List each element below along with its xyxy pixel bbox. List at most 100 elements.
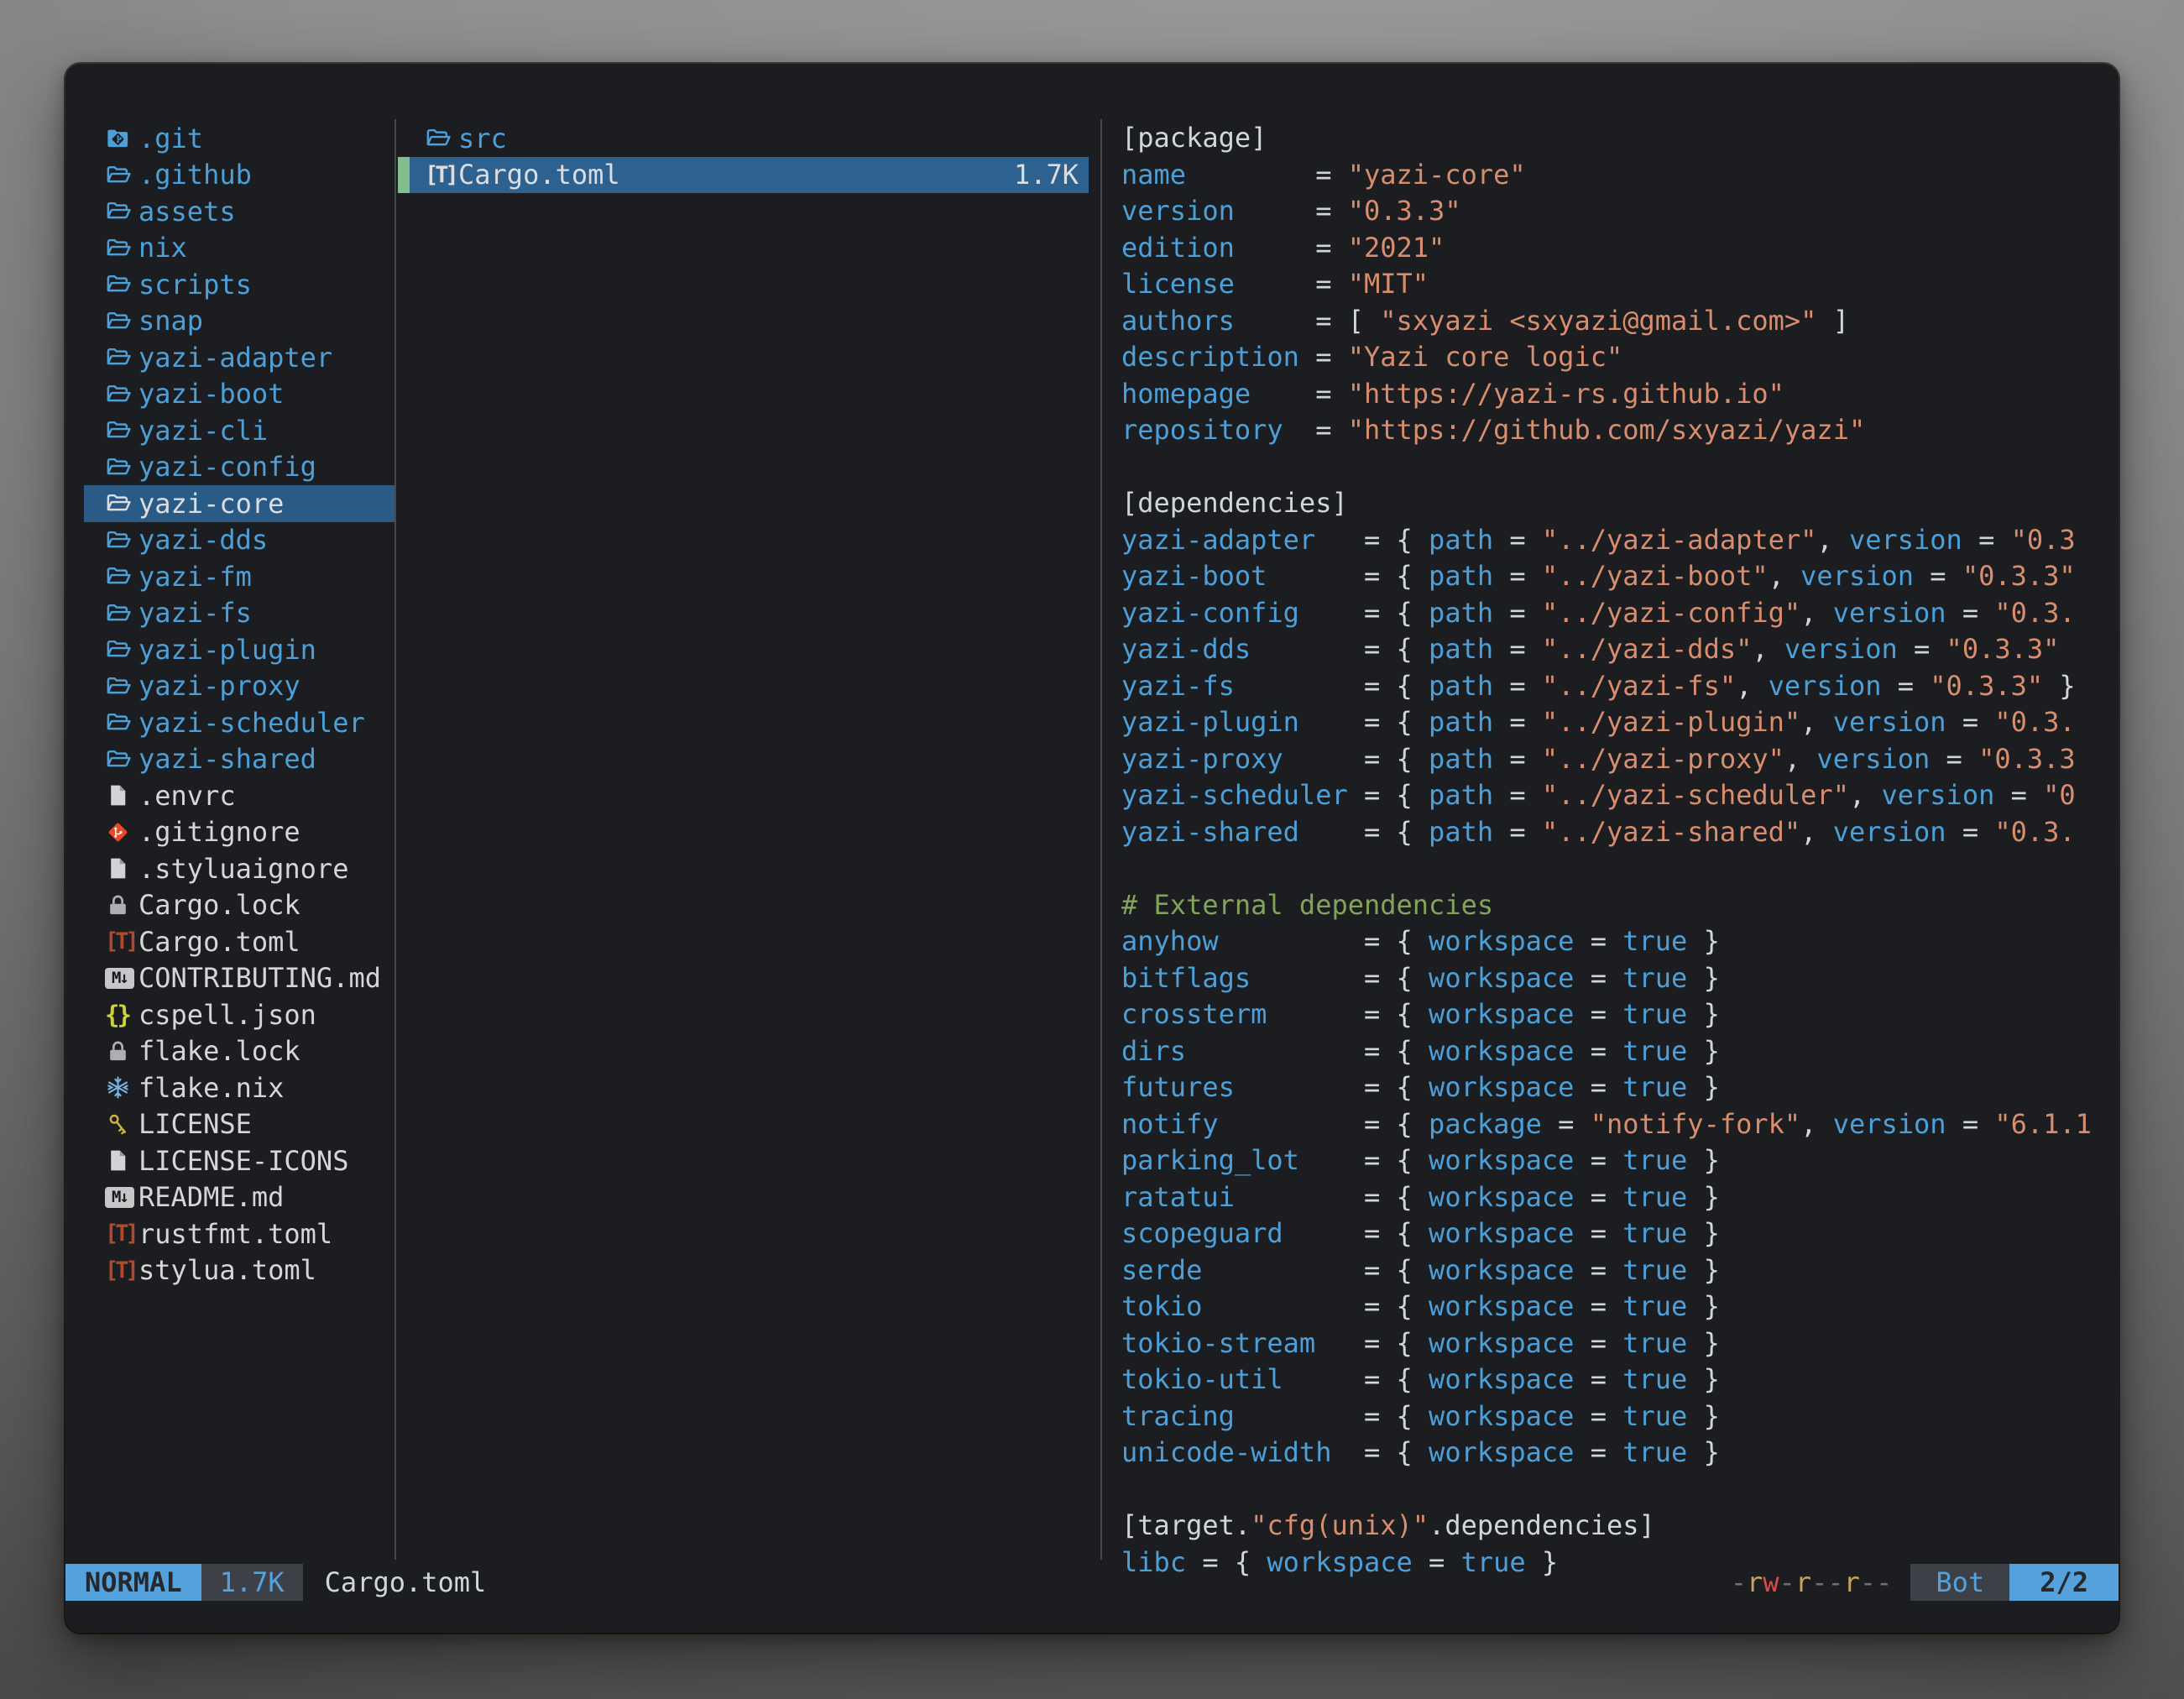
file-size: 1.7K	[1014, 159, 1079, 191]
preview-line: dirs = { workspace = true }	[1121, 1033, 2117, 1070]
file-row[interactable]: .gitignore	[84, 814, 394, 851]
preview-line: yazi-plugin = { path = "../yazi-plugin",…	[1121, 704, 2117, 741]
file-row[interactable]: src	[398, 120, 1089, 157]
file-name: .envrc	[138, 782, 236, 809]
file-row[interactable]: yazi-fm	[84, 558, 394, 595]
file-row[interactable]: .envrc	[84, 777, 394, 814]
file-row[interactable]: {}cspell.json	[84, 996, 394, 1033]
file-row[interactable]: yazi-cli	[84, 412, 394, 449]
status-filename: Cargo.toml	[325, 1566, 487, 1598]
file-permissions: -rw-r--r--	[1731, 1566, 1893, 1598]
file-row[interactable]: Cargo.lock	[84, 887, 394, 924]
file-row[interactable]: [T]rustfmt.toml	[84, 1215, 394, 1252]
preview-line: homepage = "https://yazi-rs.github.io"	[1121, 376, 2117, 413]
preview-line: tokio-stream = { workspace = true }	[1121, 1325, 2117, 1362]
cursor-counter-badge: 2/2	[2009, 1564, 2119, 1601]
nix-snowflake-icon	[105, 1070, 138, 1106]
file-name: .styluaignore	[138, 855, 348, 882]
folder-open-icon	[105, 668, 138, 703]
file-name: .gitignore	[138, 818, 300, 845]
status-bar-left: NORMAL 1.7K Cargo.toml	[65, 1564, 486, 1601]
file-name: yazi-fs	[138, 599, 252, 626]
json-braces-icon: {}	[105, 997, 138, 1032]
preview-line: name = "yazi-core"	[1121, 157, 2117, 194]
file-row[interactable]: yazi-boot	[84, 376, 394, 413]
preview-line: serde = { workspace = true }	[1121, 1252, 2117, 1289]
file-row[interactable]: yazi-core	[84, 485, 394, 522]
scroll-position-badge: Bot	[1910, 1564, 2009, 1601]
file-row[interactable]: M↓README.md	[84, 1179, 394, 1216]
file-row[interactable]: [T]Cargo.toml1.7K	[398, 157, 1089, 194]
folder-open-icon	[105, 230, 138, 265]
file-row[interactable]: LICENSE	[84, 1106, 394, 1143]
file-name: yazi-scheduler	[138, 709, 365, 736]
file-row[interactable]: .github	[84, 157, 394, 194]
file-row[interactable]: LICENSE-ICONS	[84, 1142, 394, 1179]
file-row[interactable]: yazi-scheduler	[84, 704, 394, 741]
license-key-icon	[105, 1106, 138, 1142]
file-name: snap	[138, 307, 203, 334]
pane-divider-left	[394, 119, 396, 1560]
markdown-icon: M↓	[105, 1179, 138, 1215]
file-name: cspell.json	[138, 1001, 316, 1028]
file-name: flake.lock	[138, 1038, 300, 1064]
preview-line: yazi-dds = { path = "../yazi-dds", versi…	[1121, 631, 2117, 668]
yazi-terminal-window: .git.githubassets nix scripts snap yazi-adap…	[65, 64, 2119, 1633]
folder-open-icon	[105, 449, 138, 484]
file-row[interactable]: yazi-plugin	[84, 631, 394, 668]
file-name: Cargo.lock	[138, 891, 300, 918]
preview-line: anyhow = { workspace = true }	[1121, 923, 2117, 960]
file-icon	[105, 1143, 138, 1179]
file-row[interactable]: M↓CONTRIBUTING.md	[84, 960, 394, 997]
preview-line	[1121, 449, 2117, 486]
folder-open-icon	[105, 741, 138, 776]
git-folder-icon	[105, 121, 138, 156]
toml-icon: [T]	[105, 1252, 138, 1288]
file-name: yazi-dds	[138, 526, 268, 553]
file-name: yazi-boot	[138, 380, 284, 407]
preview-line: tokio-util = { workspace = true }	[1121, 1362, 2117, 1398]
preview-line: parking_lot = { workspace = true }	[1121, 1142, 2117, 1179]
file-name: stylua.toml	[138, 1257, 316, 1283]
file-row[interactable]: yazi-adapter	[84, 339, 394, 376]
file-row[interactable]: .git	[84, 120, 394, 157]
file-row[interactable]: .styluaignore	[84, 850, 394, 887]
file-row[interactable]: nix	[84, 230, 394, 267]
file-icon	[105, 851, 138, 886]
folder-open-icon	[105, 267, 138, 302]
preview-line: futures = { workspace = true }	[1121, 1069, 2117, 1106]
folder-open-icon	[105, 595, 138, 630]
folder-open-icon	[105, 157, 138, 192]
file-row[interactable]: flake.nix	[84, 1069, 394, 1106]
file-name: yazi-shared	[138, 745, 316, 772]
file-row[interactable]: flake.lock	[84, 1033, 394, 1070]
file-row[interactable]: yazi-dds	[84, 522, 394, 559]
lock-icon	[105, 1033, 138, 1069]
file-row[interactable]: assets	[84, 193, 394, 230]
markdown-icon: M↓	[105, 960, 138, 996]
file-name: nix	[138, 234, 187, 261]
file-row[interactable]: yazi-shared	[84, 741, 394, 778]
file-size-badge: 1.7K	[201, 1564, 303, 1601]
preview-line: edition = "2021"	[1121, 230, 2117, 267]
file-row[interactable]: yazi-config	[84, 449, 394, 486]
file-row[interactable]: snap	[84, 303, 394, 340]
preview-line: crossterm = { workspace = true }	[1121, 996, 2117, 1033]
file-row[interactable]: scripts	[84, 266, 394, 303]
file-name: LICENSE	[138, 1111, 252, 1137]
preview-line: authors = [ "sxyazi <sxyazi@gmail.com>" …	[1121, 303, 2117, 340]
file-name: yazi-proxy	[138, 672, 300, 699]
file-name: Cargo.toml	[458, 161, 620, 188]
file-row[interactable]: yazi-fs	[84, 595, 394, 632]
file-row[interactable]: yazi-proxy	[84, 668, 394, 705]
toml-icon: [T]	[105, 924, 138, 959]
preview-line: yazi-proxy = { path = "../yazi-proxy", v…	[1121, 741, 2117, 778]
folder-open-icon	[105, 413, 138, 448]
file-row[interactable]: [T]stylua.toml	[84, 1252, 394, 1289]
preview-line: description = "Yazi core logic"	[1121, 339, 2117, 376]
preview-line: [target."cfg(unix)".dependencies]	[1121, 1508, 2117, 1545]
file-icon	[105, 778, 138, 813]
file-row[interactable]: [T]Cargo.toml	[84, 923, 394, 960]
file-name: yazi-cli	[138, 417, 268, 444]
file-name: README.md	[138, 1184, 284, 1210]
